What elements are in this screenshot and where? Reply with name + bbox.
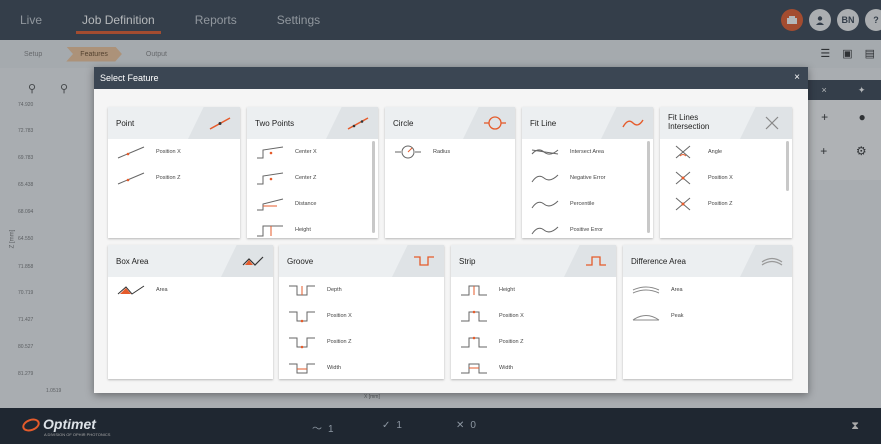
distance-icon — [257, 198, 284, 211]
feature-option-height[interactable]: Height — [247, 217, 378, 238]
feature-card-box-area[interactable]: Box Area Area — [108, 245, 273, 379]
card-title: Groove — [287, 256, 314, 266]
feature-option-groove-width[interactable]: Width — [279, 355, 444, 379]
box-area-icon — [242, 256, 264, 266]
feature-option-point-position-z[interactable]: Position Z — [108, 165, 240, 191]
feature-option-difference-peak[interactable]: Peak — [623, 303, 792, 329]
pass-count: ✓ 1 — [382, 420, 402, 431]
cross-icon: ✕ — [456, 420, 465, 431]
feature-option-negative-error[interactable]: Negative Error — [522, 165, 653, 191]
strip-x-icon — [461, 310, 487, 322]
two-points-icon — [347, 117, 369, 130]
feature-option-distance[interactable]: Distance — [247, 191, 378, 217]
feature-option-difference-area[interactable]: Area — [623, 277, 792, 303]
brand-subtitle: A DIVISION OF OPHIR PHOTONICS — [44, 432, 111, 437]
feature-card-circle[interactable]: Circle Radius — [385, 107, 515, 238]
brand-name: Optimet — [43, 416, 96, 432]
feature-card-strip[interactable]: Strip Height Position X Position Z Width — [451, 245, 616, 379]
hourglass-icon: ⧗ — [851, 420, 859, 432]
box-area-item-icon — [117, 285, 145, 295]
strip-icon — [586, 256, 606, 266]
feature-option-strip-width[interactable]: Width — [451, 355, 616, 379]
modal-header: Select Feature × — [94, 67, 808, 89]
line-icon: 〜 — [312, 424, 322, 435]
feature-option-depth[interactable]: Depth — [279, 277, 444, 303]
feature-card-fit-line[interactable]: Fit Line Intersect Area Negative Error P… — [522, 107, 653, 238]
feature-card-fit-lines-intersection[interactable]: Fit Lines Intersection Angle Position X … — [660, 107, 792, 238]
feature-option-intersect-area[interactable]: Intersect Area — [522, 139, 653, 165]
difference-area-icon — [761, 257, 783, 266]
diff-area-icon — [632, 286, 660, 294]
feature-option-strip-position-z[interactable]: Position Z — [451, 329, 616, 355]
fit-line-count: 〜 1 — [312, 424, 334, 435]
intersection-x-icon — [675, 171, 691, 185]
fit-lines-intersection-icon — [765, 116, 779, 130]
card-title: Fit Line — [530, 118, 557, 128]
feature-option-center-z[interactable]: Center Z — [247, 165, 378, 191]
positive-error-icon — [531, 226, 559, 235]
modal-close-button[interactable]: × — [794, 72, 800, 83]
groove-icon — [414, 256, 434, 266]
point-icon — [209, 117, 231, 130]
feature-card-groove[interactable]: Groove Depth Position X Position Z Width — [279, 245, 444, 379]
card-title: Circle — [393, 118, 414, 128]
status-bar: Optimet A DIVISION OF OPHIR PHOTONICS 〜 1… — [0, 408, 881, 444]
brand-logo: Optimet A DIVISION OF OPHIR PHOTONICS — [20, 416, 111, 437]
scrollbar[interactable] — [786, 141, 789, 191]
feature-option-strip-height[interactable]: Height — [451, 277, 616, 303]
groove-depth-icon — [289, 285, 315, 296]
strip-height-icon — [461, 285, 487, 296]
two-points-center-x-icon — [257, 146, 284, 159]
card-title: Strip — [459, 256, 476, 266]
strip-width-icon — [461, 363, 487, 374]
card-title: Point — [116, 118, 135, 128]
circle-icon — [484, 116, 506, 130]
strip-z-icon — [461, 336, 487, 348]
diff-peak-icon — [632, 315, 660, 321]
feature-option-center-x[interactable]: Center X — [247, 139, 378, 165]
feature-option-percentile[interactable]: Percentile — [522, 191, 653, 217]
two-points-center-z-icon — [257, 172, 284, 185]
card-title: Difference Area — [631, 256, 686, 266]
feature-option-strip-position-x[interactable]: Position X — [451, 303, 616, 329]
feature-option-point-position-x[interactable]: Position X — [108, 139, 240, 165]
feature-option-groove-position-z[interactable]: Position Z — [279, 329, 444, 355]
point-z-icon — [117, 172, 145, 185]
angle-icon — [675, 145, 691, 159]
height-icon — [257, 225, 283, 237]
modal-title: Select Feature — [100, 73, 159, 83]
feature-card-difference-area[interactable]: Difference Area Area Peak — [623, 245, 792, 379]
feature-option-radius[interactable]: Radius — [385, 139, 515, 165]
feature-option-angle[interactable]: Angle — [660, 139, 792, 165]
feature-card-point[interactable]: Point Position X Position Z — [108, 107, 240, 238]
groove-width-icon — [289, 363, 315, 374]
feature-option-box-area[interactable]: Area — [108, 277, 273, 303]
card-title: Two Points — [255, 118, 295, 128]
feature-option-groove-position-x[interactable]: Position X — [279, 303, 444, 329]
groove-x-icon — [289, 311, 315, 323]
fail-count: ✕ 0 — [456, 420, 476, 431]
card-title: Fit Lines Intersection — [668, 113, 710, 131]
percentile-icon — [531, 200, 559, 209]
feature-option-intersection-position-z[interactable]: Position Z — [660, 191, 792, 217]
negative-error-icon — [531, 174, 559, 183]
feature-option-intersection-position-x[interactable]: Position X — [660, 165, 792, 191]
check-icon: ✓ — [382, 420, 391, 431]
point-x-icon — [117, 146, 145, 159]
scrollbar[interactable] — [647, 141, 650, 233]
fit-line-icon — [622, 119, 644, 128]
select-feature-modal: Select Feature × Point Position X Positi… — [94, 67, 808, 393]
intersection-z-icon — [675, 197, 691, 211]
scrollbar[interactable] — [372, 141, 375, 233]
feature-card-two-points[interactable]: Two Points Center X Center Z Distance He… — [247, 107, 378, 238]
groove-z-icon — [289, 337, 315, 349]
radius-icon — [395, 145, 421, 159]
intersect-area-icon — [531, 149, 559, 155]
feature-option-positive-error[interactable]: Positive Error — [522, 217, 653, 238]
card-title: Box Area — [116, 256, 149, 266]
